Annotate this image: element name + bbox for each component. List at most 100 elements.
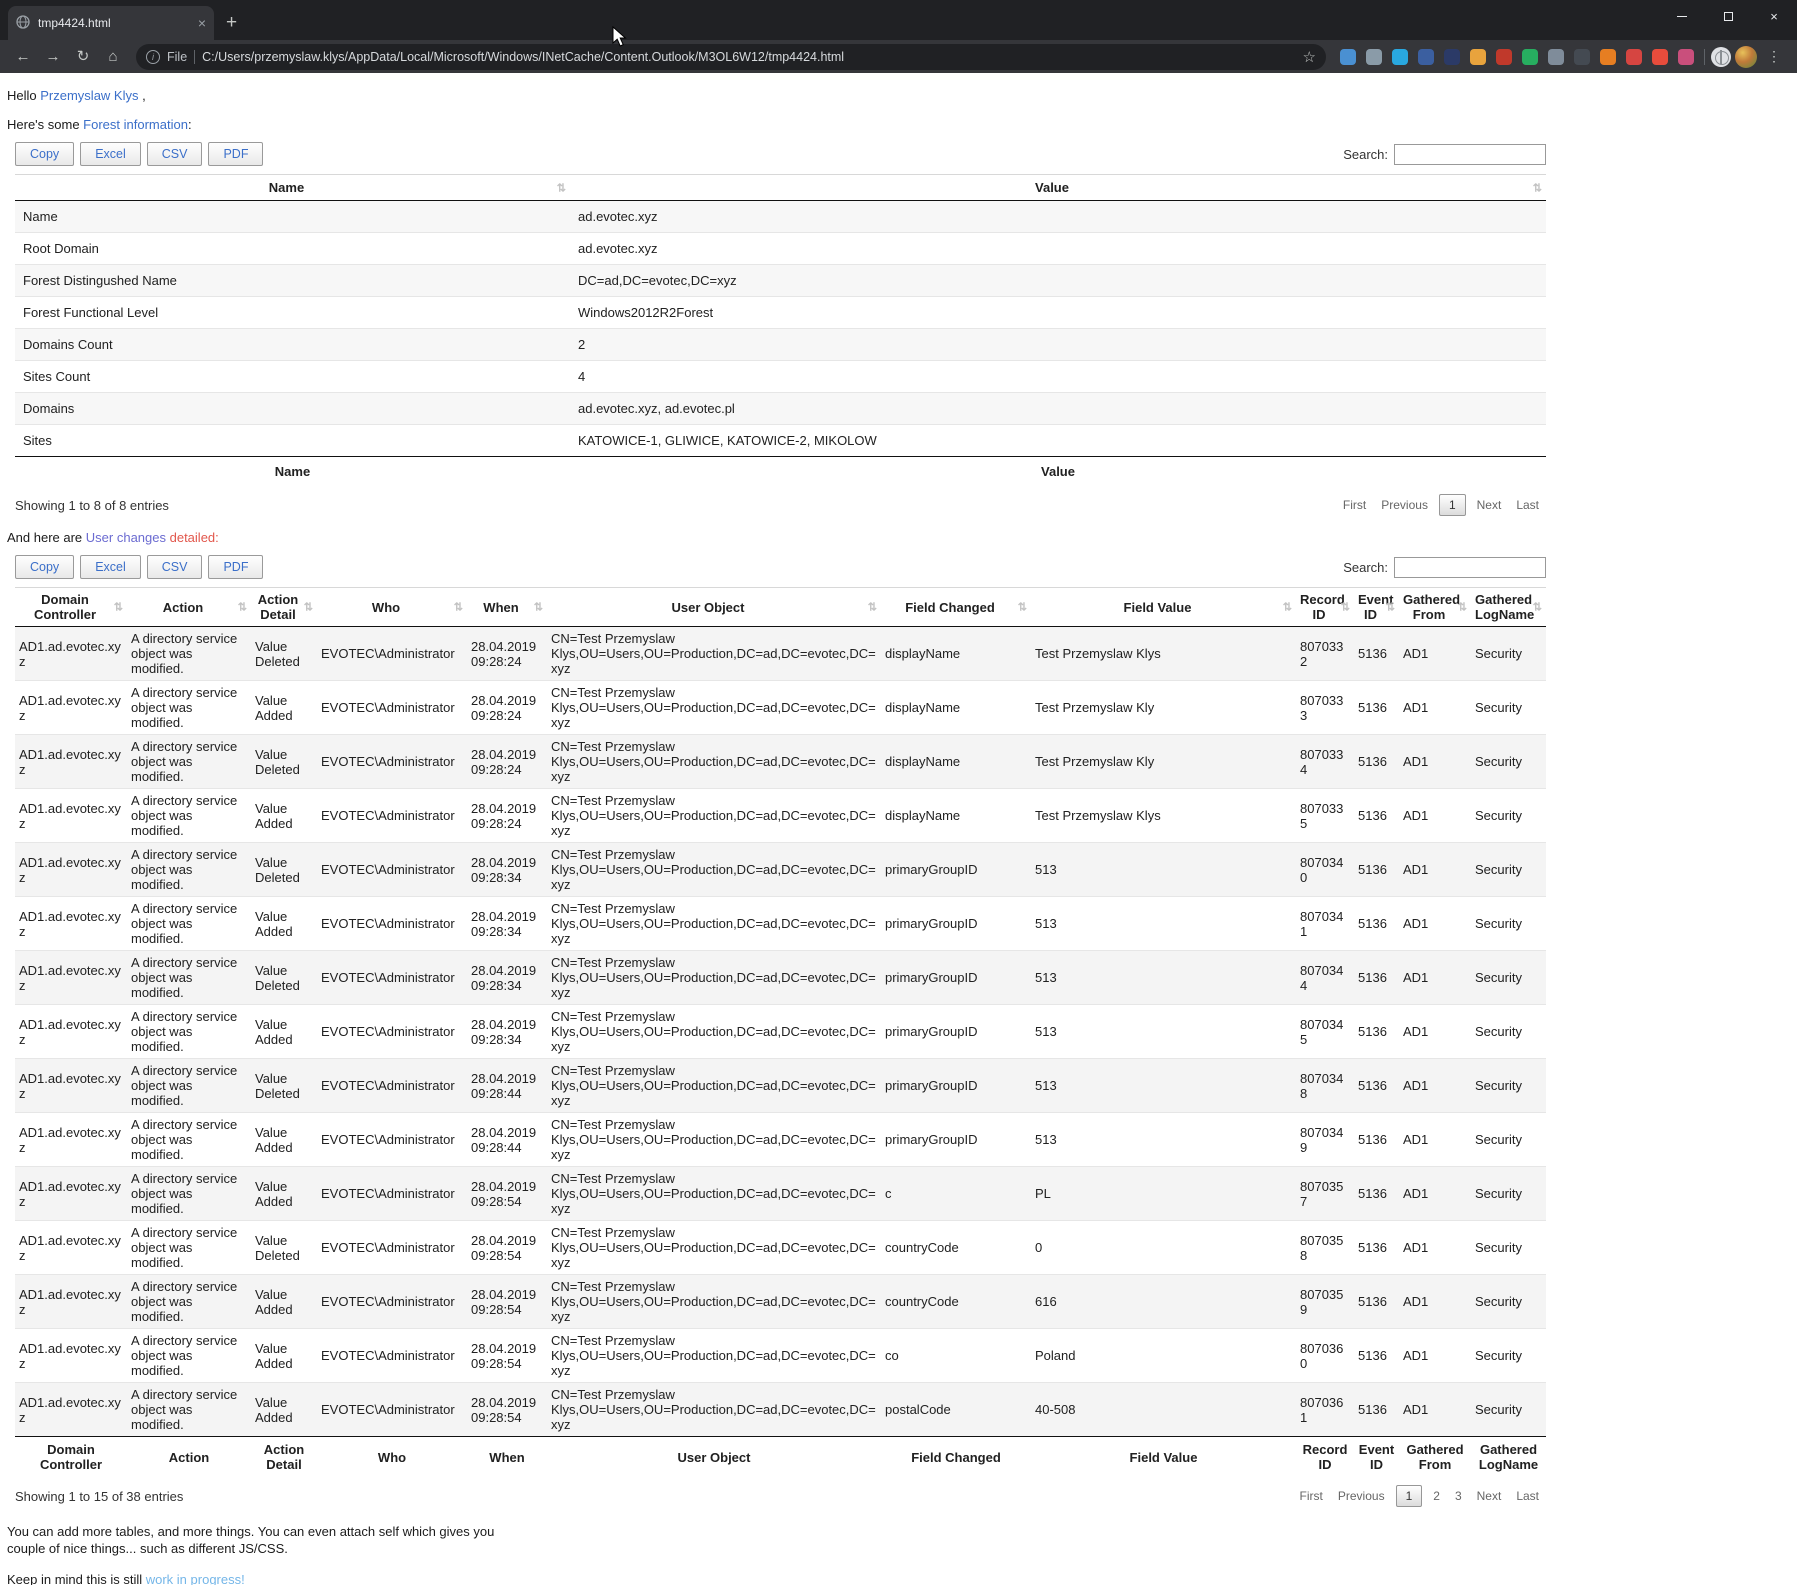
extension-icon[interactable] [1366, 49, 1382, 65]
profile-avatar[interactable] [1735, 46, 1757, 68]
table-cell: Test Przemyslaw Kly [1031, 735, 1296, 789]
table-cell: EVOTEC\Administrator [317, 951, 467, 1005]
user-changes-link[interactable]: User changes [86, 530, 166, 545]
forward-button[interactable]: → [40, 49, 66, 64]
extension-icon[interactable] [1600, 49, 1616, 65]
column-header-action[interactable]: Action⇅ [127, 588, 251, 627]
column-header-event-id[interactable]: Event ID⇅ [1354, 588, 1399, 627]
page-content: Hello Przemyslaw Klys , Here's some Fore… [0, 73, 1797, 1585]
extension-icon[interactable] [1340, 49, 1356, 65]
profile-globe-icon[interactable] [1711, 47, 1731, 67]
column-header-gathered-from[interactable]: Gathered From⇅ [1399, 588, 1471, 627]
extension-icon[interactable] [1548, 49, 1564, 65]
column-header-name[interactable]: Name⇅ [15, 175, 570, 201]
page-1[interactable]: 1 [1439, 494, 1466, 516]
table-cell: AD1 [1399, 1275, 1471, 1329]
extension-icon[interactable] [1574, 49, 1590, 65]
table-row: Domains Count2 [15, 329, 1546, 361]
column-header-record-id[interactable]: Record ID⇅ [1296, 588, 1354, 627]
extension-icon[interactable] [1522, 49, 1538, 65]
maximize-button[interactable] [1705, 0, 1751, 33]
extension-icon[interactable] [1444, 49, 1460, 65]
column-header-user-object[interactable]: User Object⇅ [547, 588, 881, 627]
url-text: C:/Users/przemyslaw.klys/AppData/Local/M… [202, 50, 1295, 64]
table-cell: 5136 [1354, 789, 1399, 843]
pdf-button[interactable]: PDF [208, 555, 263, 579]
tab-close-icon[interactable]: × [198, 15, 206, 31]
minimize-button[interactable] [1659, 0, 1705, 33]
table-row: AD1.ad.evotec.xyzA directory service obj… [15, 1383, 1546, 1437]
column-header-value[interactable]: Value⇅ [570, 175, 1546, 201]
csv-button[interactable]: CSV [147, 555, 203, 579]
page-last[interactable]: Last [1509, 1486, 1546, 1506]
back-button[interactable]: ← [10, 49, 36, 64]
forest-table-info: Showing 1 to 8 of 8 entries [15, 498, 169, 513]
page-first[interactable]: First [1336, 495, 1373, 515]
page-previous[interactable]: Previous [1331, 1486, 1392, 1506]
bookmark-star-icon[interactable]: ☆ [1303, 48, 1316, 66]
close-button[interactable]: × [1751, 0, 1797, 33]
excel-button[interactable]: Excel [80, 142, 141, 166]
extension-icon[interactable] [1626, 49, 1642, 65]
browser-tab[interactable]: tmp4424.html × [8, 6, 214, 40]
table-cell: primaryGroupID [881, 843, 1031, 897]
changes-table-header-row: Domain Controller⇅Action⇅Action Detail⇅W… [15, 588, 1546, 627]
column-header-field-changed[interactable]: Field Changed⇅ [881, 588, 1031, 627]
tab-title: tmp4424.html [38, 16, 190, 30]
column-header-domain-controller: Domain Controller [15, 1437, 127, 1478]
table-cell: primaryGroupID [881, 897, 1031, 951]
table-cell: 513 [1031, 897, 1296, 951]
column-header-action-detail[interactable]: Action Detail⇅ [251, 588, 317, 627]
table-cell: 513 [1031, 843, 1296, 897]
page-previous[interactable]: Previous [1374, 495, 1435, 515]
table-cell: CN=Test Przemyslaw Klys,OU=Users,OU=Prod… [547, 843, 881, 897]
table-cell: EVOTEC\Administrator [317, 1329, 467, 1383]
info-icon[interactable]: i [146, 50, 160, 64]
table-row: AD1.ad.evotec.xyzA directory service obj… [15, 735, 1546, 789]
table-cell: 8070360 [1296, 1329, 1354, 1383]
page-next[interactable]: Next [1470, 495, 1509, 515]
page-first[interactable]: First [1293, 1486, 1330, 1506]
address-bar[interactable]: i File C:/Users/przemyslaw.klys/AppData/… [136, 44, 1326, 70]
page-next[interactable]: Next [1470, 1486, 1509, 1506]
column-header-who[interactable]: Who⇅ [317, 588, 467, 627]
page-2[interactable]: 2 [1426, 1486, 1447, 1506]
forest-intro-suffix: : [188, 117, 192, 132]
page-last[interactable]: Last [1509, 495, 1546, 515]
column-header-domain-controller[interactable]: Domain Controller⇅ [15, 588, 127, 627]
table-cell: AD1.ad.evotec.xyz [15, 627, 127, 681]
csv-button[interactable]: CSV [147, 142, 203, 166]
copy-button[interactable]: Copy [15, 142, 74, 166]
work-in-progress-link[interactable]: work in progress! [146, 1572, 245, 1585]
column-header-label: Action Detail [264, 1442, 304, 1472]
column-header-when[interactable]: When⇅ [467, 588, 547, 627]
extension-icon[interactable] [1392, 49, 1408, 65]
forest-information-link[interactable]: Forest information [83, 117, 188, 132]
page-3[interactable]: 3 [1448, 1486, 1469, 1506]
menu-icon[interactable]: ⋮ [1761, 48, 1787, 65]
column-header-label: Action [163, 600, 203, 615]
extension-icon[interactable] [1652, 49, 1668, 65]
excel-button[interactable]: Excel [80, 555, 141, 579]
column-header-field-value[interactable]: Field Value⇅ [1031, 588, 1296, 627]
copy-button[interactable]: Copy [15, 555, 74, 579]
extension-icon[interactable] [1496, 49, 1512, 65]
new-tab-button[interactable]: + [226, 13, 237, 32]
table-cell: 28.04.2019 09:28:34 [467, 1005, 547, 1059]
extension-icon[interactable] [1418, 49, 1434, 65]
table-cell: Value Added [251, 1275, 317, 1329]
greeting-name-link[interactable]: Przemyslaw Klys [40, 88, 138, 103]
search-input[interactable] [1394, 144, 1546, 165]
search-input[interactable] [1394, 557, 1546, 578]
home-button[interactable]: ⌂ [100, 49, 126, 64]
extension-icon[interactable] [1470, 49, 1486, 65]
reload-button[interactable]: ↻ [70, 49, 96, 64]
table-cell: Security [1471, 843, 1546, 897]
sort-icon: ⇅ [1283, 601, 1292, 614]
sort-icon: ⇅ [304, 601, 313, 614]
column-header-gathered-logname[interactable]: Gathered LogName⇅ [1471, 588, 1546, 627]
extension-icon[interactable] [1678, 49, 1694, 65]
table-cell: Sites Count [15, 361, 570, 393]
pdf-button[interactable]: PDF [208, 142, 263, 166]
page-1[interactable]: 1 [1396, 1485, 1423, 1507]
